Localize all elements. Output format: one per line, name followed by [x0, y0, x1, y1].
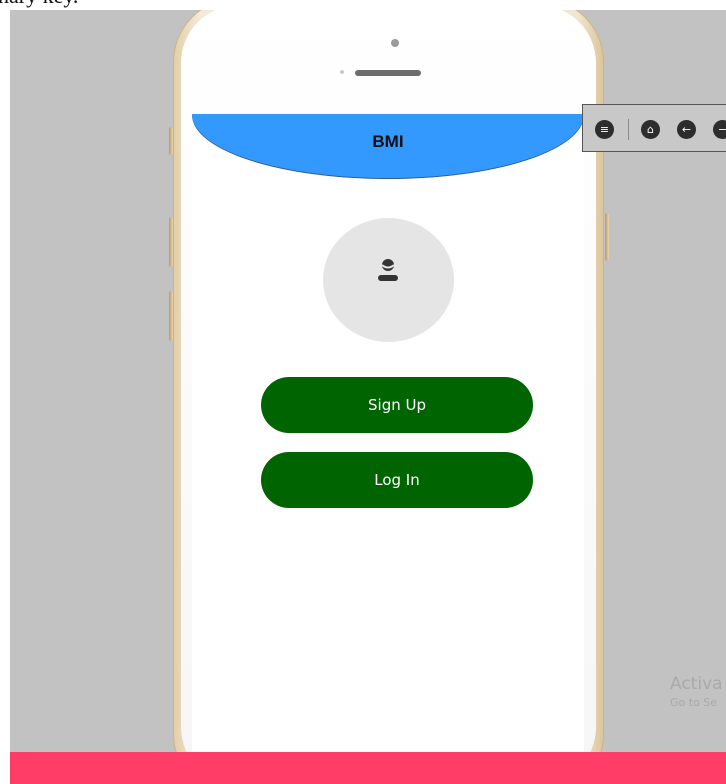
activation-watermark: Activa Go to Se [670, 673, 723, 711]
app-title: BMI [372, 132, 404, 151]
avatar [323, 218, 454, 342]
menu-icon[interactable]: ≡ [595, 120, 614, 139]
bottom-bar [10, 752, 726, 784]
back-arrow-icon[interactable]: ← [677, 120, 696, 139]
earpiece-speaker [355, 70, 421, 76]
sensor-dot [340, 70, 344, 74]
side-button-volume-down [169, 291, 173, 341]
emulator-toolbar: ≡ ⌂ ← − [582, 104, 726, 152]
activation-subtitle: Go to Se [670, 696, 718, 709]
user-icon [378, 259, 398, 281]
toolbar-separator [628, 119, 629, 140]
page: nary key. BMI Sign U [0, 0, 726, 784]
home-icon[interactable]: ⌂ [641, 120, 660, 139]
side-button-mute [169, 127, 173, 155]
sign-up-button[interactable]: Sign Up [261, 377, 533, 433]
log-in-button[interactable]: Log In [261, 452, 533, 508]
overlay-top-text: nary key. [0, 0, 78, 8]
side-button-volume-up [169, 217, 173, 267]
phone-frame: BMI Sign Up Log In [169, 10, 609, 784]
activation-title: Activa [670, 674, 723, 694]
minus-icon[interactable]: − [713, 120, 726, 139]
app-screen: BMI Sign Up Log In [192, 114, 584, 784]
emulator-stage: BMI Sign Up Log In ≡ ⌂ ← − Activa Go to … [10, 10, 726, 784]
front-camera [391, 39, 399, 47]
side-button-power [605, 213, 609, 261]
